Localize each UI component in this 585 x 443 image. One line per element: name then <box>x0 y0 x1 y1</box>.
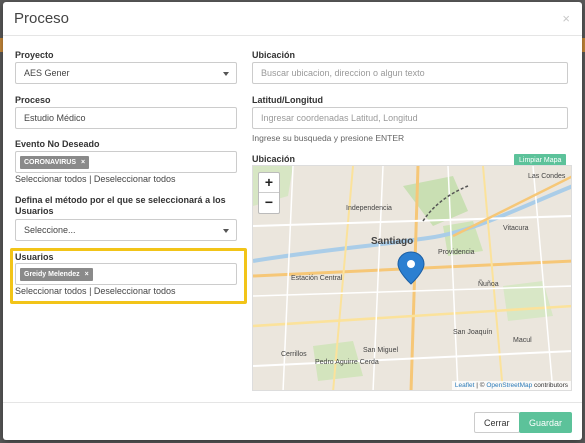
usuarios-multiselect[interactable]: Greidy Melendez × <box>15 263 237 285</box>
proyecto-label: Proyecto <box>15 50 54 60</box>
ubicacion-search-input[interactable]: Buscar ubicacion, direccion o algun text… <box>252 62 568 84</box>
close-icon[interactable]: × <box>562 11 570 26</box>
leaflet-link[interactable]: Leaflet <box>455 382 475 389</box>
usuarios-tag: Greidy Melendez × <box>20 268 93 281</box>
proceso-label: Proceso <box>15 95 51 105</box>
place-estacion-central: Estación Central <box>291 275 343 282</box>
place-cerrillos: Cerrillos <box>281 351 307 358</box>
attribution-suffix: contributors <box>532 382 568 389</box>
ubicacion-label: Ubicación <box>252 50 296 60</box>
metodo-select[interactable]: Seleccione... <box>15 219 237 241</box>
proyecto-value: AES Gener <box>24 68 70 78</box>
metodo-value: Seleccione... <box>24 225 76 235</box>
evento-select-all-link[interactable]: Seleccionar todos <box>15 174 87 184</box>
modal-header: Proceso × <box>3 2 582 36</box>
proyecto-select[interactable]: AES Gener <box>15 62 237 84</box>
map-attribution: Leaflet | © OpenStreetMap contributors <box>451 381 571 390</box>
latlng-placeholder: Ingresar coordenadas Latitud, Longitud <box>261 113 418 123</box>
metodo-label-line2: Usuarios <box>15 206 54 216</box>
chevron-down-icon <box>223 72 229 76</box>
place-santiago: Santiago <box>371 236 413 247</box>
evento-selection-links: Seleccionar todos | Deseleccionar todos <box>15 174 175 184</box>
place-independencia: Independencia <box>346 205 392 212</box>
save-button[interactable]: Guardar <box>519 412 573 433</box>
usuarios-select-all-link[interactable]: Seleccionar todos <box>15 286 87 296</box>
link-separator: | <box>89 174 92 184</box>
map-label: Ubicación <box>252 154 296 164</box>
usuarios-label: Usuarios <box>15 252 54 262</box>
tag-remove-icon[interactable]: × <box>85 271 89 278</box>
ubicacion-placeholder: Buscar ubicacion, direccion o algun text… <box>261 68 425 78</box>
place-las-condes: Las Condes <box>528 173 566 180</box>
place-providencia: Providencia <box>438 249 475 256</box>
zoom-control: + − <box>258 172 280 214</box>
place-san-joaquin: San Joaquín <box>453 329 492 336</box>
cancel-button[interactable]: Cerrar <box>474 412 520 433</box>
place-vitacura: Vitacura <box>503 225 529 232</box>
modal-title: Proceso <box>14 10 70 27</box>
proceso-input[interactable]: Estudio Médico <box>15 107 237 129</box>
evento-label: Evento No Deseado <box>15 139 100 149</box>
latlng-help-text: Ingrese su busqueda y presione ENTER <box>252 133 405 143</box>
latlng-input[interactable]: Ingresar coordenadas Latitud, Longitud <box>252 107 568 129</box>
place-pedro-aguirre-cerda: Pedro Aguirre Cerda <box>315 359 379 366</box>
evento-deselect-all-link[interactable]: Deseleccionar todos <box>94 174 176 184</box>
evento-tag-label: CORONAVIRUS <box>24 159 76 166</box>
metodo-label-line1: Defina el método por el que se seleccion… <box>15 195 226 205</box>
attribution-separator: | © <box>474 382 487 389</box>
location-map[interactable]: Las Condes Independencia Vitacura Santia… <box>252 165 572 391</box>
chevron-down-icon <box>223 229 229 233</box>
latlng-label: Latitud/Longitud <box>252 95 323 105</box>
zoom-out-button[interactable]: − <box>259 193 279 213</box>
place-nunoa: Ñuñoa <box>478 279 499 288</box>
zoom-in-button[interactable]: + <box>259 173 279 193</box>
place-san-miguel: San Miguel <box>363 347 398 354</box>
proceso-modal: Proceso × Proyecto AES Gener Proceso Est… <box>3 2 582 440</box>
evento-multiselect[interactable]: CORONAVIRUS × <box>15 151 237 173</box>
map-tiles: Las Condes Independencia Vitacura Santia… <box>253 166 571 390</box>
osm-link[interactable]: OpenStreetMap <box>486 382 532 389</box>
place-macul: Macul <box>513 337 532 344</box>
modal-footer: Cerrar Guardar <box>3 402 582 440</box>
link-separator: | <box>89 286 92 296</box>
usuarios-selection-links: Seleccionar todos | Deseleccionar todos <box>15 286 175 296</box>
evento-tag: CORONAVIRUS × <box>20 156 90 169</box>
usuarios-tag-label: Greidy Melendez <box>24 271 80 278</box>
proceso-value: Estudio Médico <box>24 113 86 123</box>
tag-remove-icon[interactable]: × <box>81 159 85 166</box>
usuarios-deselect-all-link[interactable]: Deseleccionar todos <box>94 286 176 296</box>
